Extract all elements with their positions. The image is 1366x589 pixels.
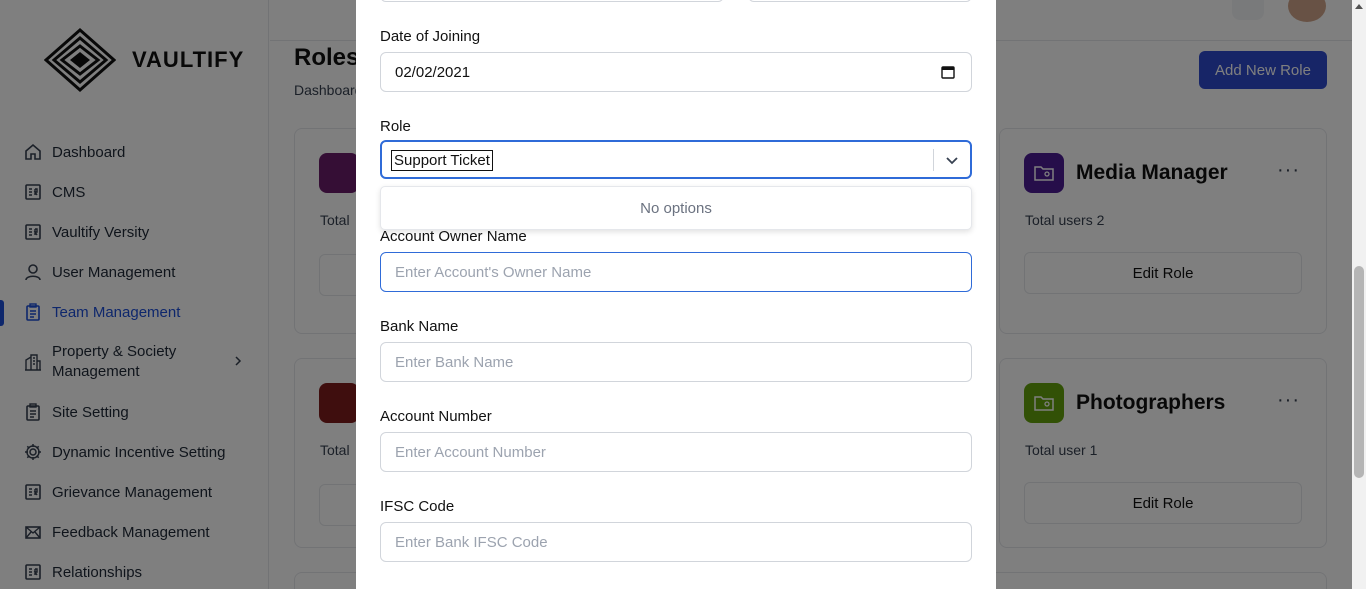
ifsc-input[interactable]: Enter Bank IFSC Code	[380, 522, 972, 562]
bank-name-input[interactable]: Enter Bank Name	[380, 342, 972, 382]
chevron-down-icon[interactable]	[944, 152, 960, 168]
scroll-up-arrow-icon[interactable]	[1355, 4, 1363, 9]
placeholder: Enter Account's Owner Name	[395, 263, 592, 281]
select-separator	[933, 149, 934, 171]
account-number-input[interactable]: Enter Account Number	[380, 432, 972, 472]
placeholder: Enter Bank Name	[395, 353, 514, 371]
date-of-joining-label: Date of Joining	[380, 28, 481, 45]
role-select-input[interactable]: Support Ticket	[391, 150, 493, 171]
placeholder: Enter Bank IFSC Code	[395, 533, 548, 551]
add-member-modal: Date of Joining 02/02/2021 Role Support …	[356, 0, 996, 589]
placeholder: Enter Account Number	[395, 443, 546, 461]
date-value: 02/02/2021	[395, 63, 471, 81]
account-number-label: Account Number	[380, 408, 492, 425]
role-select[interactable]: Support Ticket	[380, 140, 972, 179]
role-dropdown-menu: No options	[380, 186, 972, 230]
account-owner-input[interactable]: Enter Account's Owner Name	[380, 252, 972, 292]
role-label: Role	[380, 118, 411, 135]
input-field[interactable]	[748, 0, 972, 2]
account-owner-label: Account Owner Name	[380, 228, 527, 245]
scrollbar-thumb[interactable]	[1354, 266, 1364, 478]
ifsc-label: IFSC Code	[380, 498, 455, 515]
input-field[interactable]	[380, 0, 724, 2]
scrollbar[interactable]	[1352, 0, 1366, 589]
no-options-text: No options	[640, 199, 712, 217]
date-of-joining-input[interactable]: 02/02/2021	[380, 52, 972, 92]
calendar-icon[interactable]	[941, 65, 955, 79]
bank-name-label: Bank Name	[380, 318, 459, 335]
